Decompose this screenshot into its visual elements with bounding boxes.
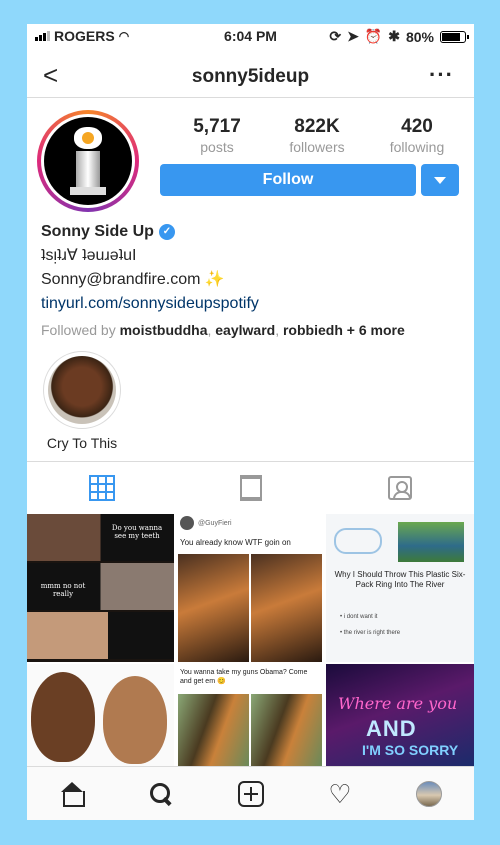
add-icon <box>237 780 264 807</box>
post-handle: @GuyFieri <box>198 519 232 527</box>
profile-tabs <box>27 461 474 513</box>
post-caption: You wanna take my guns Obama? Come and g… <box>180 669 308 685</box>
post-thumbnail[interactable]: Where are you AND I'M SO SORRY <box>326 664 474 766</box>
battery-icon <box>440 30 469 43</box>
stat-value: 420 <box>401 116 433 137</box>
bluetooth-icon: ✱ <box>388 28 400 44</box>
rotation-lock-icon: ⟳ <box>329 28 342 44</box>
followed-by-more: + 6 more <box>346 322 405 338</box>
highlight-cover <box>48 356 116 424</box>
highlight-label: Cry To This <box>46 435 118 451</box>
bio: Sonny Side Up ✓ ʇsᴉʇɹ∀ ʇǝuɹǝʇuI Sonny@br… <box>41 220 461 342</box>
profile-stats: 5,717 posts 822K followers 420 following <box>167 116 467 155</box>
home-icon <box>59 781 85 807</box>
display-name-row: Sonny Side Up ✓ <box>41 220 461 244</box>
post-thumbnail[interactable]: @GuyFieri You already know WTF goin on <box>176 514 324 662</box>
nav-bar: < sonny5ideup ··· <box>27 54 474 98</box>
story-highlight[interactable]: Cry To This <box>41 351 123 451</box>
search-icon <box>150 782 172 805</box>
suggested-dropdown-button[interactable] <box>421 164 459 196</box>
followed-by-prefix: Followed by <box>41 322 116 338</box>
post-caption: • i dont want it <box>340 614 378 620</box>
stat-label: posts <box>200 139 234 155</box>
followed-by-user: robbiedh <box>282 322 343 338</box>
verified-badge-icon: ✓ <box>158 224 175 240</box>
avatar <box>180 516 194 530</box>
followed-by[interactable]: Followed by moistbuddha, eaylward, robbi… <box>41 318 461 342</box>
post-thumbnail[interactable]: Do you wanna see my teeth mmm no not rea… <box>27 514 174 662</box>
tab-home[interactable] <box>27 767 116 820</box>
bio-line: ʇsᴉʇɹ∀ ʇǝuɹǝʇuI <box>41 247 137 264</box>
stat-value: 5,717 <box>193 116 241 137</box>
post-caption: mmm no not really <box>40 582 86 598</box>
post-caption: Why I Should Throw This Plastic Six-Pack… <box>334 570 466 589</box>
tab-feed[interactable] <box>176 462 325 513</box>
photo-grid: Do you wanna see my teeth mmm no not rea… <box>27 514 474 766</box>
avatar[interactable] <box>37 110 139 212</box>
post-caption: • the river is right there <box>340 630 401 636</box>
profile-avatar-icon <box>416 780 443 807</box>
post-caption: You already know WTF goin on <box>180 538 291 547</box>
post-caption: AND <box>366 716 417 741</box>
stat-following[interactable]: 420 following <box>367 116 467 155</box>
followed-by-user: moistbuddha <box>119 322 208 338</box>
location-icon: ➤ <box>347 28 359 44</box>
bio-email: Sonny@brandfire.com ✨ <box>41 271 225 288</box>
post-thumbnail[interactable] <box>27 664 174 766</box>
followed-by-user: eaylward <box>215 322 276 338</box>
battery-percent: 80% <box>405 28 434 45</box>
phone-screen: ROGERS ◠ 6:04 PM ⟳ ➤ ⏰ ✱ 80% < sonny5ide… <box>27 24 474 820</box>
alarm-icon: ⏰ <box>364 28 383 44</box>
feed-icon <box>239 474 262 501</box>
post-thumbnail[interactable]: Why I Should Throw This Plastic Six-Pack… <box>326 514 474 662</box>
stat-label: followers <box>289 139 345 155</box>
tab-grid[interactable] <box>27 462 176 513</box>
follow-button[interactable]: Follow <box>160 164 416 196</box>
stat-followers[interactable]: 822K followers <box>267 116 367 155</box>
post-caption: I'M SO SORRY <box>362 742 459 758</box>
status-bar: ROGERS ◠ 6:04 PM ⟳ ➤ ⏰ ✱ 80% <box>27 24 474 46</box>
stat-label: following <box>389 139 445 155</box>
tab-tagged[interactable] <box>325 462 474 513</box>
post-thumbnail[interactable]: You wanna take my guns Obama? Come and g… <box>176 664 324 766</box>
tab-new-post[interactable] <box>206 767 295 820</box>
stat-posts[interactable]: 5,717 posts <box>167 116 267 155</box>
grid-icon <box>88 474 115 501</box>
bottom-tab-bar: ♡ <box>27 766 474 820</box>
bio-link[interactable]: tinyurl.com/sonnysideupspotify <box>41 292 461 316</box>
tab-activity[interactable]: ♡ <box>295 767 384 820</box>
tab-search[interactable] <box>116 767 205 820</box>
tagged-icon <box>387 475 412 500</box>
post-caption: Where are you <box>338 694 458 713</box>
display-name: Sonny Side Up <box>41 223 154 240</box>
page-title: sonny5ideup <box>191 66 310 87</box>
tab-profile[interactable] <box>385 767 474 820</box>
stat-value: 822K <box>294 116 340 137</box>
post-caption: Do you wanna see my teeth <box>111 524 163 540</box>
more-icon[interactable]: ··· <box>429 62 454 88</box>
heart-icon: ♡ <box>328 778 352 809</box>
